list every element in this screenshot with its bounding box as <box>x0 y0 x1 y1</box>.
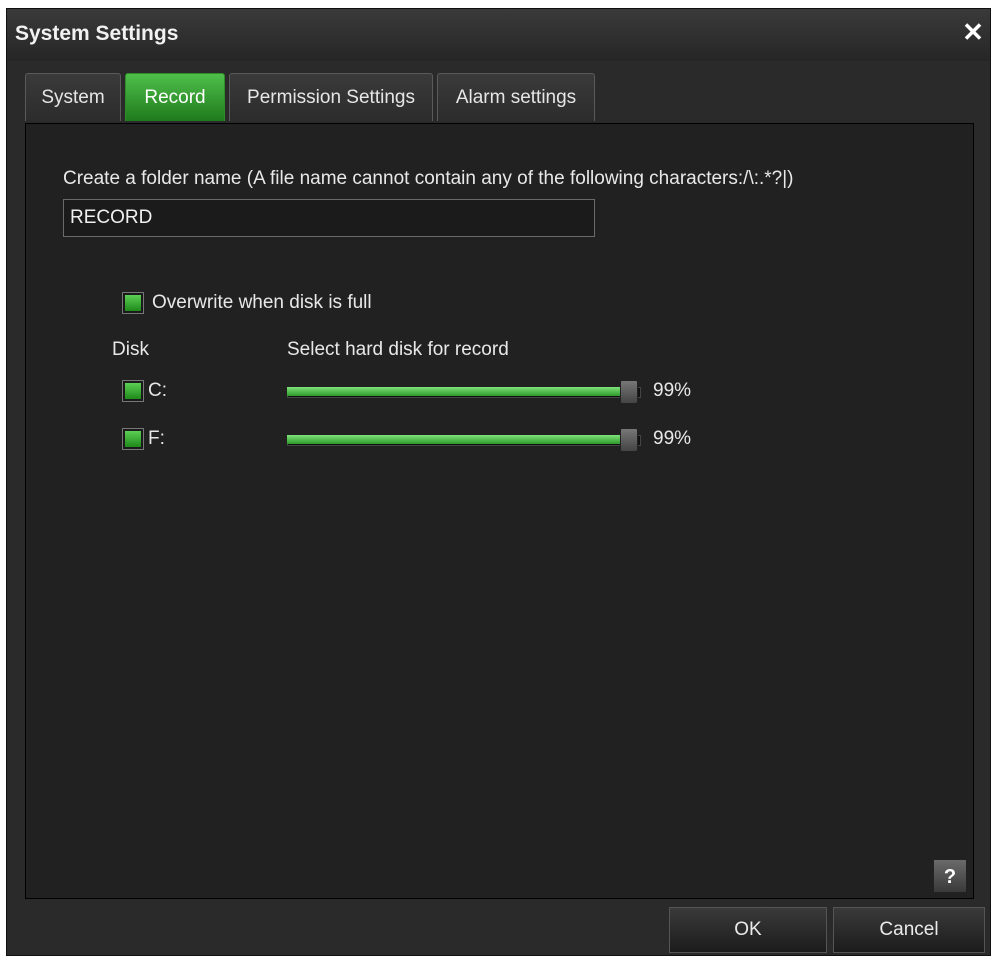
tab-alarm-settings[interactable]: Alarm settings <box>437 73 595 121</box>
checkbox-checked-mark <box>125 383 141 399</box>
ok-button[interactable]: OK <box>669 907 827 953</box>
close-icon: ✕ <box>962 17 984 47</box>
disk-f-label: F: <box>148 428 165 449</box>
slider-fill <box>287 435 629 444</box>
disk-c-percent: 99% <box>653 380 692 401</box>
disk-column-header: Disk <box>112 339 149 360</box>
ok-button-label: OK <box>734 919 762 940</box>
folder-name-input[interactable] <box>63 199 595 237</box>
cancel-button[interactable]: Cancel <box>833 907 985 953</box>
disk-f-usage-slider[interactable] <box>287 428 641 452</box>
select-disk-header: Select hard disk for record <box>287 339 509 360</box>
disk-c-checkbox[interactable] <box>122 380 144 402</box>
dialog-title: System Settings <box>15 22 179 45</box>
tab-label: Record <box>144 87 206 108</box>
disk-c-usage-slider[interactable] <box>287 380 641 404</box>
overwrite-label: Overwrite when disk is full <box>152 292 372 313</box>
cancel-button-label: Cancel <box>879 919 939 940</box>
tab-permission-settings[interactable]: Permission Settings <box>229 73 433 121</box>
folder-name-label: Create a folder name (A file name cannot… <box>63 168 794 189</box>
checkbox-checked-mark <box>125 295 141 311</box>
tab-label: Permission Settings <box>247 87 415 108</box>
slider-thumb[interactable] <box>620 380 638 404</box>
tab-label: Alarm settings <box>455 87 577 108</box>
tab-record[interactable]: Record <box>125 73 225 121</box>
disk-f-percent: 99% <box>653 428 692 449</box>
disk-c-label: C: <box>148 380 167 401</box>
checkbox-checked-mark <box>125 431 141 447</box>
system-settings-dialog: System Settings ✕ System Record Permissi… <box>6 8 991 956</box>
overwrite-checkbox[interactable] <box>122 292 144 314</box>
tab-system[interactable]: System <box>25 73 121 121</box>
help-button[interactable]: ? <box>933 859 967 893</box>
help-icon: ? <box>943 866 957 888</box>
title-bar: System Settings ✕ <box>7 9 990 61</box>
record-panel: Create a folder name (A file name cannot… <box>25 123 974 899</box>
disk-f-checkbox[interactable] <box>122 428 144 450</box>
tab-label: System <box>41 87 105 108</box>
slider-fill <box>287 387 629 396</box>
slider-thumb[interactable] <box>620 428 638 452</box>
close-button[interactable]: ✕ <box>960 17 986 47</box>
